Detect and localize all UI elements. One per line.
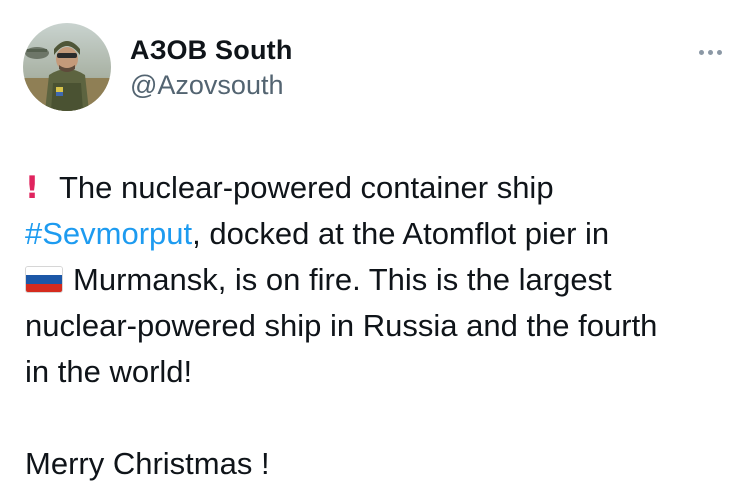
tweet-text-segment: , docked at the Atomflot pier in [192,216,610,251]
tweet-card: АЗОВ South @Azovsouth ! The nuclear-power… [0,0,750,489]
avatar[interactable] [23,23,111,111]
author-info: АЗОВ South @Azovsouth [130,34,293,102]
tweet-line-1: ! The nuclear-powered container ship [25,165,737,211]
user-handle[interactable]: @Azovsouth [130,68,293,102]
soldier-avatar-image [23,23,111,111]
more-horizontal-icon-dot [707,49,713,55]
russia-flag-icon [25,266,63,293]
tweet-line-5: in the world! [25,354,193,389]
tweet-line-3: Murmansk, is on fire. This is the larges… [25,257,737,303]
tweet-line-4: nuclear-powered ship in Russia and the f… [25,308,658,343]
more-options-button[interactable] [690,40,730,64]
tweet-text-segment: The nuclear-powered container ship [59,170,554,205]
tweet-line-2: #Sevmorput, docked at the Atomflot pier … [25,211,737,257]
tweet-text: ! The nuclear-powered container ship #Sev… [25,165,737,487]
more-horizontal-icon [698,49,704,55]
exclamation-icon: ! [25,170,40,206]
tweet-text-segment: Murmansk, is on fire. This is the larges… [73,262,612,297]
tweet-closing: Merry Christmas ! [25,446,270,481]
display-name[interactable]: АЗОВ South [130,34,293,66]
hashtag-link[interactable]: #Sevmorput [25,216,192,251]
more-horizontal-icon-dot [716,49,722,55]
